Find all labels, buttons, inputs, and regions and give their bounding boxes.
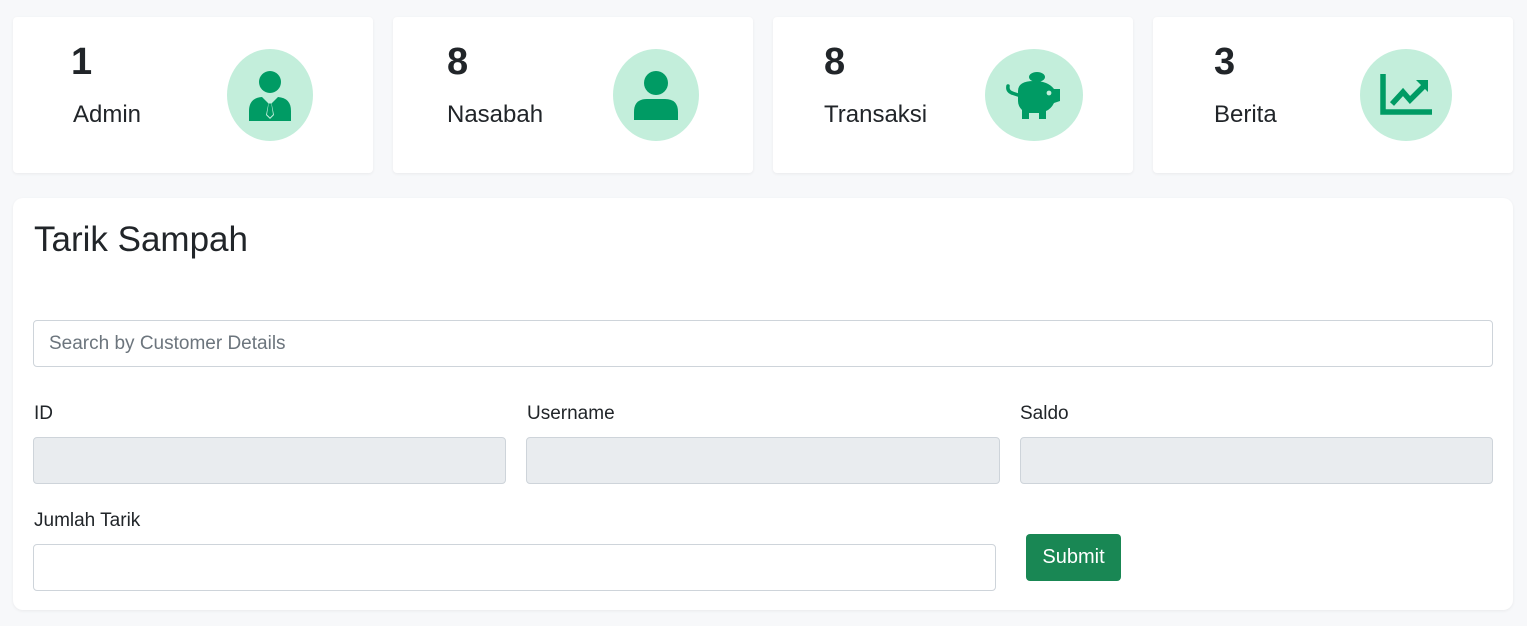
user-icon	[613, 49, 699, 141]
jumlah-tarik-input[interactable]	[33, 544, 996, 591]
stat-card-berita: 3 Berita	[1153, 17, 1513, 173]
username-field[interactable]	[526, 437, 1000, 484]
stat-count: 1	[71, 41, 93, 83]
stat-label: Berita	[1214, 101, 1277, 128]
saldo-label: Saldo	[1020, 403, 1069, 424]
id-field[interactable]	[33, 437, 506, 484]
chart-line-icon	[1360, 49, 1452, 141]
stat-label: Transaksi	[824, 101, 928, 128]
stat-count: 8	[447, 41, 469, 83]
stat-card-transaksi: 8 Transaksi	[773, 17, 1133, 173]
id-label: ID	[34, 403, 53, 424]
tarik-sampah-panel: Tarik Sampah ID Username Saldo Jumlah Ta…	[13, 198, 1513, 610]
saldo-field[interactable]	[1020, 437, 1493, 484]
stat-label: Nasabah	[447, 101, 544, 128]
stat-card-admin: 1 Admin	[13, 17, 373, 173]
admin-tie-icon	[227, 49, 313, 141]
stat-count: 8	[824, 41, 846, 83]
jumlah-tarik-label: Jumlah Tarik	[34, 510, 141, 531]
piggy-bank-icon	[985, 49, 1083, 141]
customer-search-input[interactable]	[33, 320, 1493, 367]
stat-label: Admin	[73, 101, 142, 128]
page-title: Tarik Sampah	[34, 220, 248, 259]
stats-row: 1 Admin 8 Nasabah 8 Transaksi 3 Berita	[13, 17, 1513, 173]
stat-count: 3	[1214, 41, 1236, 83]
username-label: Username	[527, 403, 615, 424]
stat-card-nasabah: 8 Nasabah	[393, 17, 753, 173]
submit-button[interactable]: Submit	[1026, 534, 1121, 581]
